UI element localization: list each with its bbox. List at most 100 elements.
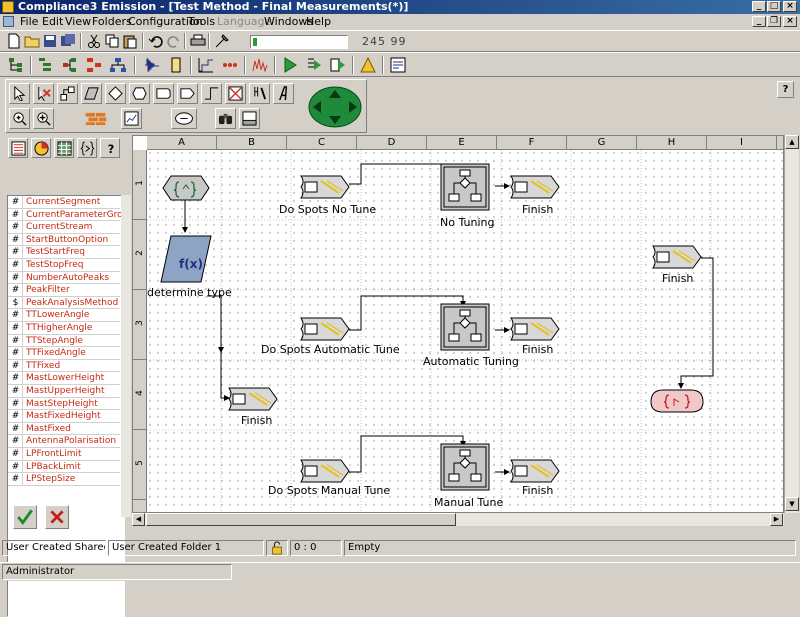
cancel-button[interactable] (45, 505, 69, 529)
menu-folders[interactable]: Folders (92, 15, 132, 29)
run-list-icon[interactable] (328, 55, 348, 75)
step-line-icon[interactable] (201, 83, 222, 104)
pie-chart-icon[interactable] (31, 138, 51, 158)
help-button[interactable]: ? (777, 81, 794, 98)
parameter-row[interactable]: # MastFixedHeight (8, 410, 120, 423)
title-bar: Compliance3 Emission - [Test Method - Fi… (0, 0, 800, 14)
parameter-row[interactable]: # NumberAutoPeaks (8, 271, 120, 285)
redo-icon[interactable] (164, 31, 184, 51)
parameter-row[interactable]: # LPStepSize (8, 473, 120, 486)
cross-box-icon[interactable] (225, 83, 246, 104)
parameter-row[interactable]: # CurrentParameterGroup (8, 208, 124, 222)
menu-tools[interactable]: Tools (188, 15, 215, 29)
doc-close-button[interactable]: × (783, 16, 797, 27)
panel-layout-icon[interactable] (239, 108, 260, 129)
parameter-row[interactable]: # TTLowerAngle (8, 309, 120, 322)
minimize-button[interactable]: _ (752, 1, 766, 12)
parameter-row[interactable]: # LPBackLimit (8, 460, 120, 474)
tools-icon[interactable] (212, 31, 232, 51)
parameter-row[interactable]: # TTStepAngle (8, 334, 120, 348)
parameter-row[interactable]: # CurrentSegment (8, 196, 120, 209)
bricks-icon[interactable] (81, 108, 111, 129)
braces-icon[interactable] (77, 138, 97, 158)
save-icon[interactable] (40, 31, 60, 51)
menu-file[interactable]: File (20, 15, 38, 29)
spectrum-icon[interactable] (250, 55, 270, 75)
paste-icon[interactable] (120, 31, 140, 51)
parameter-row[interactable]: # TestStartFreq (8, 246, 120, 259)
help-small-icon[interactable]: ? (100, 138, 120, 158)
chart-window-icon[interactable] (121, 108, 142, 129)
undo-icon[interactable] (146, 31, 166, 51)
binoculars-icon[interactable] (215, 108, 236, 129)
report-icon[interactable] (388, 55, 408, 75)
horizontal-scrollbar[interactable]: ◀ ▶ (132, 513, 784, 526)
subroutine-icon[interactable] (153, 83, 174, 104)
parameter-row[interactable]: # MastStepHeight (8, 397, 120, 411)
menu-help[interactable]: Help (306, 15, 331, 29)
parameter-row[interactable]: # PeakFilter (8, 284, 120, 297)
parallelogram-icon[interactable] (81, 83, 102, 104)
oval-tag-icon[interactable] (171, 108, 197, 129)
parameter-row[interactable]: # MastFixed (8, 422, 120, 436)
parameter-row[interactable]: # CurrentStream (8, 221, 120, 234)
tag-icon[interactable] (177, 83, 198, 104)
doc-minimize-button[interactable]: _ (752, 16, 766, 27)
parameter-type: # (9, 410, 23, 423)
print-icon[interactable] (188, 31, 208, 51)
finish-node-row5 (510, 459, 560, 483)
menu-view[interactable]: View (65, 15, 91, 29)
hexagon-icon[interactable] (129, 83, 150, 104)
column-header: D (357, 136, 427, 150)
run-icon[interactable] (280, 55, 300, 75)
parameter-scrollbar[interactable] (121, 195, 131, 517)
dots-icon[interactable] (220, 55, 240, 75)
parameter-name: TestStartFreq (26, 247, 85, 258)
pointer-icon[interactable] (9, 83, 30, 104)
tree-structure-icon[interactable] (6, 55, 26, 75)
parameter-row[interactable]: # TTFixed (8, 359, 120, 373)
close-button[interactable]: × (783, 1, 797, 12)
device-icon[interactable] (166, 55, 186, 75)
wrench-icon[interactable] (249, 83, 270, 104)
decision-icon[interactable] (105, 83, 126, 104)
connect-icon[interactable] (57, 83, 78, 104)
diagram-canvas[interactable]: ABCDEFGHI 12345 f(x) determine type Fini… (132, 135, 784, 513)
open-folder-icon[interactable] (22, 31, 42, 51)
maximize-button[interactable]: □ (767, 1, 781, 12)
text-tool-icon[interactable] (273, 83, 294, 104)
menu-edit[interactable]: Edit (42, 15, 63, 29)
save-all-icon[interactable] (58, 31, 78, 51)
parameter-row[interactable]: # TestStopFreq (8, 259, 120, 272)
signal-icon[interactable] (142, 55, 162, 75)
run-step-icon[interactable] (304, 55, 324, 75)
org-chart-icon[interactable] (108, 55, 128, 75)
copy-icon[interactable] (102, 31, 122, 51)
parameter-row[interactable]: # MastUpperHeight (8, 385, 120, 398)
zoom-in-icon[interactable] (9, 108, 30, 129)
cut-icon[interactable] (84, 31, 104, 51)
warning-icon[interactable] (358, 55, 378, 75)
navigation-pad[interactable] (308, 86, 362, 128)
start-node (162, 175, 210, 201)
vertical-scrollbar[interactable]: ▲ ▼ (784, 135, 799, 513)
zoom-area-icon[interactable] (33, 108, 54, 129)
list-view-icon[interactable] (8, 138, 28, 158)
step-graph-icon[interactable] (196, 55, 216, 75)
parameter-row[interactable]: # TTFixedAngle (8, 347, 120, 360)
parameter-row[interactable]: # StartButtonOption (8, 233, 120, 247)
new-file-icon[interactable] (4, 31, 24, 51)
parameter-row[interactable]: $ PeakAnalysisMethod (8, 296, 120, 310)
accept-button[interactable] (13, 505, 37, 529)
doc-restore-button[interactable]: ❐ (767, 16, 781, 27)
hierarchy-icon[interactable] (60, 55, 80, 75)
document-icon[interactable] (3, 16, 14, 27)
outline-icon[interactable] (36, 55, 56, 75)
delete-pointer-icon[interactable] (33, 83, 54, 104)
parameter-row[interactable]: # LPFrontLimit (8, 448, 120, 461)
grid-icon[interactable] (54, 138, 74, 158)
parameter-row[interactable]: # AntennaPolarisation (8, 435, 120, 448)
parameter-row[interactable]: # MastLowerHeight (8, 372, 120, 385)
flow-red-icon[interactable] (84, 55, 104, 75)
parameter-row[interactable]: # TTHigherAngle (8, 322, 120, 335)
